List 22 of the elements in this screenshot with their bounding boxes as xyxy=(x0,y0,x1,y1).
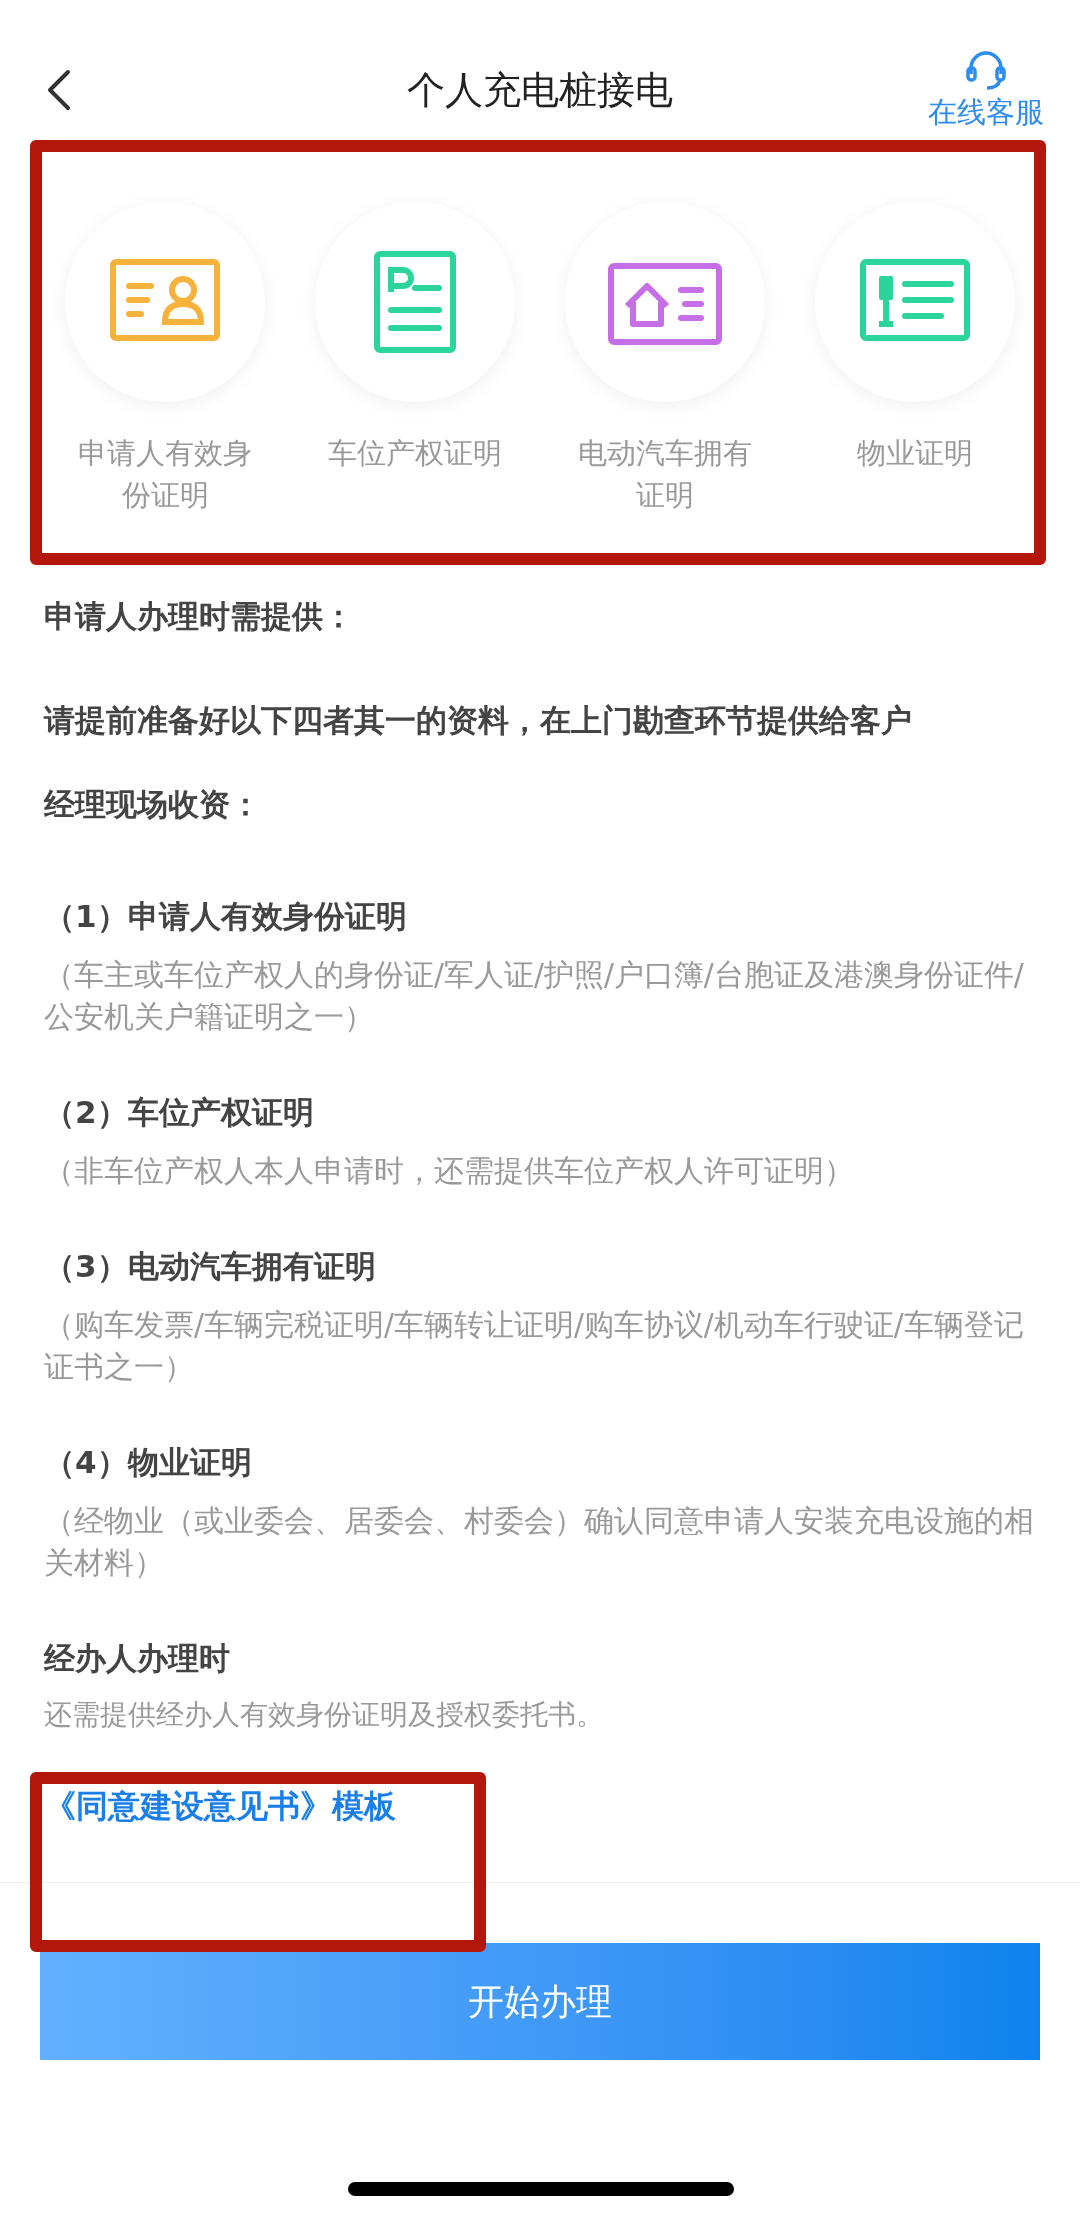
section-heading: 申请人办理时需提供： xyxy=(44,597,355,636)
headset-icon xyxy=(965,48,1007,92)
item-note: （经物业（或业委会、居委会、村委会）确认同意申请人安装充电设施的相关材料） xyxy=(44,1503,1035,1582)
item-title: （1）申请人有效身份证明 xyxy=(44,897,408,936)
template-link[interactable]: 《同意建设意见书》模板 xyxy=(44,1784,396,1828)
document-label: 申请人有效身份证明 xyxy=(77,435,253,514)
item-note: （购车发票/车辆完税证明/车辆转让证明/购车协议/机动车行驶证/车辆登记证书之一） xyxy=(44,1307,1025,1386)
agent-note: 还需提供经办人有效身份证明及授权委托书。 xyxy=(44,1697,605,1733)
item-title: （3）电动汽车拥有证明 xyxy=(44,1247,377,1286)
document-label: 电动汽车拥有证明 xyxy=(577,435,753,514)
document-label: 车位产权证明 xyxy=(327,435,503,472)
section-heading: 经理现场收资： xyxy=(44,785,262,824)
item-note: （车主或车位产权人的身份证/军人证/护照/户口簿/台胞证及港澳身份证件/公安机关户籍证明之一） xyxy=(44,957,1025,1036)
document-label: 物业证明 xyxy=(856,435,974,472)
customer-service-button[interactable]: 在线客服 xyxy=(928,48,1044,132)
item-title: （4）物业证明 xyxy=(44,1443,253,1482)
section-heading: 请提前准备好以下四者其一的资料，在上门勘查环节提供给客户 xyxy=(44,701,913,740)
section-heading: 经办人办理时 xyxy=(44,1639,231,1678)
item-note: （非车位产权人本人申请时，还需提供车位产权人许可证明） xyxy=(44,1153,855,1190)
start-button[interactable]: 开始办理 xyxy=(40,1943,1040,2060)
page-title: 个人充电桩接电 xyxy=(407,67,673,114)
item-title: （2）车位产权证明 xyxy=(44,1093,315,1132)
